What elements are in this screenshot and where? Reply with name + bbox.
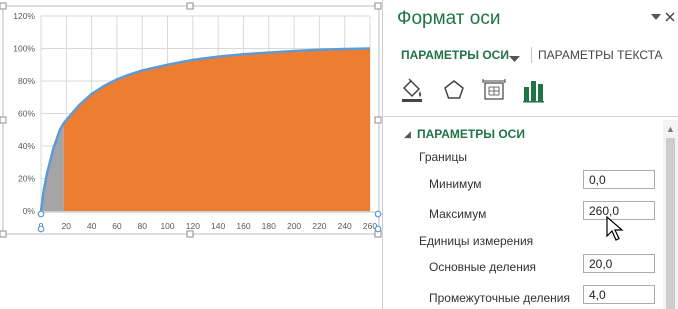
pane-title: Формат оси — [397, 8, 501, 29]
chart-resize-handle — [0, 2, 7, 10]
x-tick-label: 240 — [338, 221, 352, 231]
major-units-label: Основные деления — [429, 260, 537, 274]
x-tick-label: 40 — [87, 221, 97, 231]
effects-pentagon-icon[interactable] — [441, 77, 467, 103]
minor-units-field[interactable] — [583, 285, 655, 304]
size-properties-icon[interactable] — [481, 77, 507, 103]
chart-plot: 0%20%40%60%80%100%120%020406080100120140… — [0, 2, 382, 238]
units-label: Единицы измерения — [419, 234, 534, 248]
y-tick-label: 100% — [13, 44, 35, 54]
x-tick-label: 120 — [186, 221, 200, 231]
pane-options-caret-down-icon[interactable] — [651, 12, 661, 24]
chart-resize-handle — [186, 2, 194, 10]
chart-resize-handle — [374, 2, 382, 10]
gray-area-series — [41, 123, 64, 211]
axis-selection-handle — [374, 210, 382, 218]
minimum-label: Минимум — [429, 177, 482, 191]
y-tick-label: 0% — [23, 206, 36, 216]
pane-scrollbar[interactable]: ▲ — [663, 120, 678, 309]
y-tick-label: 60% — [18, 109, 35, 119]
tab-text-options[interactable]: ПАРАМЕТРЫ ТЕКСТА — [538, 48, 663, 62]
axis-selection-handle — [37, 225, 45, 233]
close-icon[interactable] — [665, 10, 675, 25]
tab-axis-caret-down-icon[interactable] — [509, 50, 520, 68]
x-tick-label: 160 — [236, 221, 250, 231]
y-tick-label: 120% — [13, 11, 35, 21]
y-tick-label: 20% — [18, 174, 35, 184]
x-tick-label: 20 — [62, 221, 72, 231]
scroll-thumb[interactable] — [666, 138, 675, 309]
format-axis-pane: Формат оси ПАРАМЕТРЫ ОСИ ПАРАМЕТРЫ ТЕКСТ… — [382, 0, 678, 309]
chart-resize-handle — [374, 116, 382, 124]
x-tick-label: 220 — [312, 221, 326, 231]
y-tick-label: 80% — [18, 76, 35, 86]
section-axis-options[interactable]: ПАРАМЕТРЫ ОСИ — [417, 127, 525, 141]
axis-selection-handle — [374, 225, 382, 233]
axis-selection-handle — [37, 210, 45, 218]
chart-area[interactable]: 0%20%40%60%80%100%120%020406080100120140… — [0, 0, 382, 309]
major-units-field[interactable] — [583, 254, 655, 273]
x-tick-label: 80 — [137, 221, 147, 231]
bounds-label: Границы — [419, 150, 467, 164]
x-tick-label: 200 — [287, 221, 301, 231]
minimum-field[interactable] — [583, 170, 655, 189]
x-tick-label: 180 — [262, 221, 276, 231]
x-tick-label: 140 — [211, 221, 225, 231]
x-tick-label: 60 — [112, 221, 122, 231]
mouse-cursor-icon — [606, 215, 624, 247]
tab-axis-options[interactable]: ПАРАМЕТРЫ ОСИ — [401, 48, 509, 62]
collapse-triangle-icon[interactable]: ◢ — [404, 129, 411, 140]
y-tick-label: 40% — [18, 141, 35, 151]
chart-resize-handle — [186, 230, 194, 238]
chart-resize-handle — [0, 230, 7, 238]
orange-area-series — [63, 48, 371, 211]
scroll-up-arrow-icon[interactable]: ▲ — [666, 124, 675, 134]
pane-divider — [383, 116, 678, 117]
axis-options-bar-chart-icon[interactable] — [521, 77, 547, 103]
x-tick-label: 100 — [160, 221, 174, 231]
chart-resize-handle — [0, 116, 7, 124]
fill-line-icon[interactable] — [399, 77, 425, 103]
minor-units-label: Промежуточные деления — [429, 291, 570, 305]
tab-separator — [531, 47, 532, 63]
maximum-label: Максимум — [429, 207, 487, 221]
